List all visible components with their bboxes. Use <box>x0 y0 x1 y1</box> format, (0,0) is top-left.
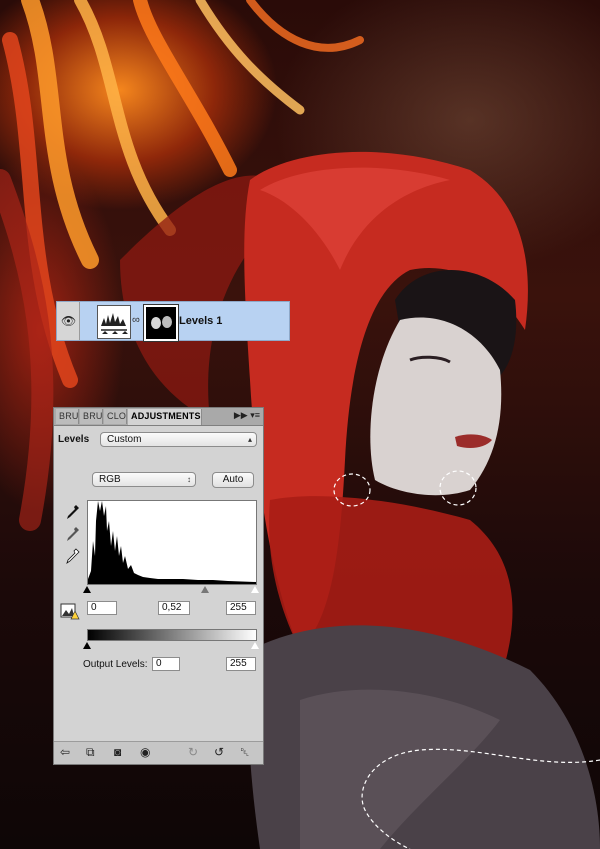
output-white-field[interactable]: 255 <box>226 657 256 671</box>
eye-icon: 👁︎ <box>61 314 77 328</box>
trash-icon[interactable]: ␡ <box>240 745 250 759</box>
tab-adjustments[interactable]: ADJUSTMENTS <box>128 409 202 425</box>
output-levels-slider[interactable] <box>83 642 259 652</box>
previous-state-icon[interactable]: ↻ <box>188 745 198 759</box>
tab-brush-presets[interactable]: BRU <box>80 409 103 424</box>
output-gradient-bar <box>87 629 257 641</box>
levels-adjustment-thumbnail[interactable] <box>97 305 131 339</box>
eye-icon[interactable]: ◉ <box>140 745 150 759</box>
layer-row-levels-1[interactable]: 👁︎ ∞ Levels 1 <box>56 301 290 342</box>
tab-clone-source[interactable]: CLO <box>104 409 127 424</box>
white-point-eyedropper-icon[interactable] <box>66 548 80 564</box>
layer-name[interactable]: Levels 1 <box>179 315 222 327</box>
auto-button[interactable]: Auto <box>212 472 254 488</box>
reset-icon[interactable]: ↺ <box>214 745 224 759</box>
chevron-updown-icon: ↕ <box>187 475 191 484</box>
panel-menu-icon[interactable]: ▶▶ ▾≡ <box>234 410 260 421</box>
panel-tab-bar: BRU BRU CLO ADJUSTMENTS ▶▶ ▾≡ <box>54 408 263 426</box>
preset-dropdown[interactable]: Custom ▴ <box>100 432 257 447</box>
clipping-warning-icon[interactable] <box>60 602 80 620</box>
gray-point-eyedropper-icon[interactable] <box>66 526 80 542</box>
white-output-handle[interactable] <box>251 642 259 649</box>
output-black-field[interactable]: 0 <box>152 657 180 671</box>
preset-value: Custom <box>107 434 142 445</box>
black-point-eyedropper-icon[interactable] <box>66 504 80 520</box>
histogram-icon <box>101 313 128 334</box>
chevron-updown-icon: ▴ <box>247 435 252 444</box>
channel-value: RGB <box>99 474 121 485</box>
tab-brushes[interactable]: BRU <box>56 409 79 424</box>
input-white-field[interactable]: 255 <box>226 601 256 615</box>
input-levels-slider[interactable] <box>83 586 259 596</box>
black-output-handle[interactable] <box>83 642 91 649</box>
histogram-graph <box>88 501 256 584</box>
input-black-field[interactable]: 0 <box>87 601 117 615</box>
chain-link-icon[interactable]: ∞ <box>132 314 140 326</box>
panel-bottom-toolbar: ⇦ ⧉ ◙ ◉ ↻ ↺ ␡ <box>54 741 263 764</box>
histogram <box>87 500 257 585</box>
mask-icon[interactable]: ◙ <box>114 745 121 759</box>
layer-visibility-toggle[interactable]: 👁︎ <box>57 302 80 340</box>
channel-dropdown[interactable]: RGB ↕ <box>92 472 196 487</box>
clip-to-layer-icon[interactable]: ⧉ <box>86 745 95 759</box>
gamma-input-handle[interactable] <box>201 586 209 593</box>
mask-preview-icon <box>151 316 172 329</box>
layer-mask-thumbnail[interactable] <box>143 304 179 342</box>
input-gamma-field[interactable]: 0,52 <box>158 601 190 615</box>
black-input-handle[interactable] <box>83 586 91 593</box>
output-levels-label: Output Levels: <box>83 659 148 670</box>
back-arrow-icon[interactable]: ⇦ <box>60 745 70 759</box>
white-input-handle[interactable] <box>251 586 259 593</box>
adjustment-title: Levels <box>58 434 90 445</box>
adjustments-panel: BRU BRU CLO ADJUSTMENTS ▶▶ ▾≡ Levels Cus… <box>53 407 264 765</box>
